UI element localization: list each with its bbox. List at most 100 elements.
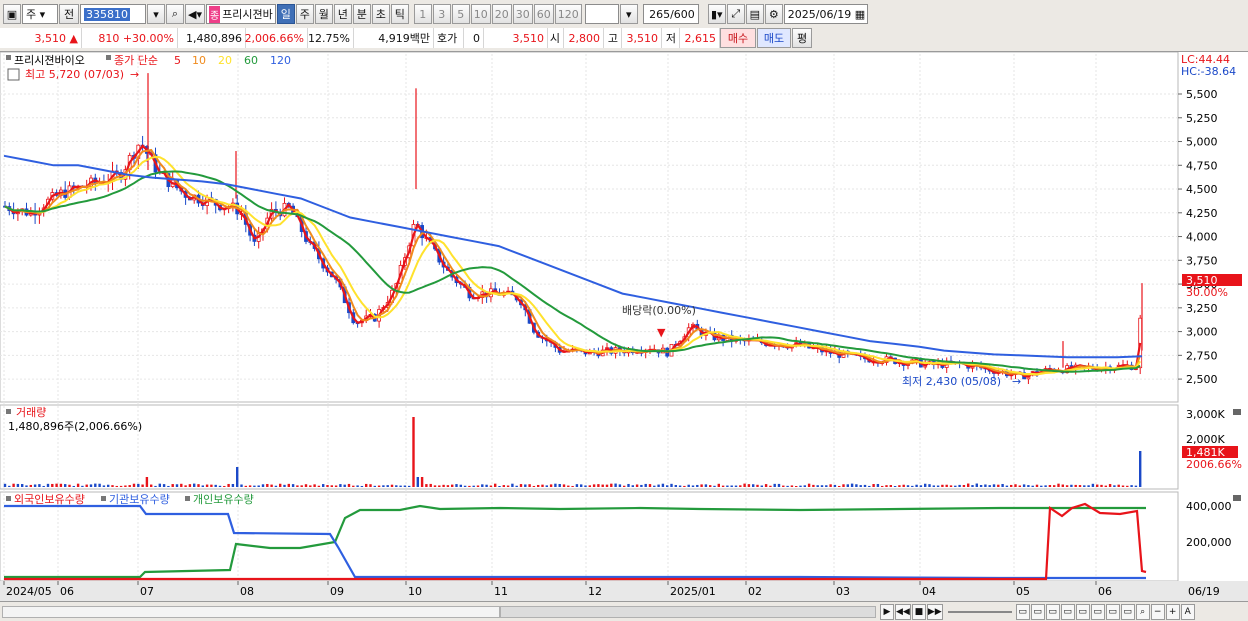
hold-tick-1: 200,000 <box>1186 536 1232 549</box>
font-size-icon[interactable]: A <box>1180 603 1195 620</box>
chart-tools-icon[interactable]: ⤢ <box>726 4 745 24</box>
scroll-thumb[interactable] <box>500 605 876 618</box>
zoom-in-icon[interactable]: ⌕ <box>1135 603 1150 620</box>
buy-button[interactable]: 매수 <box>720 28 756 48</box>
scroll-track[interactable] <box>2 605 500 618</box>
current-price: 3,510 ▲ <box>0 28 82 48</box>
sell-button[interactable]: 매도 <box>757 28 791 48</box>
calendar-icon[interactable]: ▦ <box>855 8 865 21</box>
speaker-icon[interactable]: ◀▾ <box>185 4 205 24</box>
interval-button-1[interactable]: 1 <box>413 4 432 24</box>
interval-button-60[interactable]: 60 <box>533 4 554 24</box>
code-dropdown-icon[interactable]: ▾ <box>147 4 165 24</box>
scroll-right-icon[interactable]: ▶ <box>880 603 894 620</box>
holdings-legend-1: 기관보유수량 <box>109 493 170 506</box>
price-tick-4: 4,500 <box>1186 183 1218 196</box>
x-tick-9: 02 <box>748 585 762 598</box>
hc-label: HC:-38.64 <box>1181 65 1236 78</box>
x-tick-5: 10 <box>408 585 422 598</box>
x-tick-10: 03 <box>836 585 850 598</box>
window-icon[interactable]: ▣ <box>3 4 21 24</box>
layout-icon-2[interactable]: ▭ <box>1030 603 1045 620</box>
save-icon[interactable]: ▤ <box>745 4 764 24</box>
stop-icon[interactable]: ■ <box>911 603 926 620</box>
x-tick-0: 2024/05 <box>6 585 52 598</box>
x-tick-8: 2025/01 <box>670 585 716 598</box>
open-label: 시 <box>548 28 564 48</box>
zoom-slider[interactable] <box>947 610 1012 613</box>
data-count-field[interactable]: 265/600 <box>642 4 699 24</box>
interval-button-120[interactable]: 120 <box>554 4 582 24</box>
search-icon[interactable]: ⌕ <box>166 4 184 24</box>
interval-custom-input[interactable] <box>584 4 619 24</box>
interval-button-10[interactable]: 10 <box>470 4 491 24</box>
market-type-select[interactable]: 주 ▾ <box>22 4 58 24</box>
period-tab-1[interactable]: 주 <box>295 4 314 24</box>
layout-icon-8[interactable]: ▭ <box>1120 603 1135 620</box>
zoom-out-icon[interactable]: − <box>1150 603 1165 620</box>
x-tick-13: 06 <box>1098 585 1112 598</box>
settings-gear-icon[interactable]: ⚙ <box>764 4 783 24</box>
data-table-icon[interactable] <box>7 68 20 81</box>
interval-button-20[interactable]: 20 <box>491 4 512 24</box>
chart-navigation: ▶ ◀◀ ■ ▶▶ ▭ ▭ ▭ ▭ ▭ ▭ ▭ ▭ ⌕ − + A <box>0 601 1248 621</box>
interval-button-3[interactable]: 3 <box>432 4 451 24</box>
price-tick-2: 5,000 <box>1186 136 1218 149</box>
stock-code-value: 335810 <box>84 7 130 21</box>
period-tab-0[interactable]: 일 <box>276 4 295 24</box>
volume-last-pct: 2006.66% <box>1186 458 1242 471</box>
legend-ma-5: 5 <box>174 54 181 67</box>
layout-icon-5[interactable]: ▭ <box>1075 603 1090 620</box>
high-label: 고 <box>604 28 622 48</box>
price-tick-7: 3,750 <box>1186 254 1218 267</box>
vol-tick-0: 3,000K <box>1186 408 1225 421</box>
candle-type-icon[interactable]: ▮▾ <box>707 4 726 24</box>
layout-icon-6[interactable]: ▭ <box>1090 603 1105 620</box>
legend-ma-60: 60 <box>244 54 258 67</box>
period-tab-2[interactable]: 월 <box>314 4 333 24</box>
high-price: 3,510 <box>622 28 662 48</box>
stock-name-field[interactable]: 종 프리시젼바 <box>205 4 276 24</box>
price-panel[interactable] <box>0 51 1179 403</box>
period-tab-3[interactable]: 년 <box>333 4 352 24</box>
low-label: 저 <box>662 28 680 48</box>
x-tick-7: 12 <box>588 585 602 598</box>
period-tabs: 일주월년분초틱 <box>276 4 410 24</box>
scroll-end-icon[interactable]: ▶▶ <box>926 603 943 620</box>
layout-icon-7[interactable]: ▭ <box>1105 603 1120 620</box>
max-arrow-icon: → <box>130 68 139 81</box>
prev-button[interactable]: 전 <box>59 4 79 24</box>
eval-button[interactable]: 평 <box>792 28 812 48</box>
stock-code-input[interactable]: 335810 <box>80 4 146 24</box>
legend-ma-120: 120 <box>270 54 291 67</box>
period-tab-5[interactable]: 초 <box>371 4 390 24</box>
layout-icon-4[interactable]: ▭ <box>1060 603 1075 620</box>
price-tick-0: 5,500 <box>1186 88 1218 101</box>
holdings-panel-close-icon[interactable] <box>1233 495 1241 501</box>
holdings-legend-0: 외국인보유수량 <box>14 493 85 506</box>
dividend-label: 배당락(0.00%) <box>622 304 696 317</box>
period-tab-4[interactable]: 분 <box>352 4 371 24</box>
chart-svg[interactable]: 5,500 5,250 5,000 4,750 4,500 4,250 4,000 3,750… <box>0 51 1248 602</box>
x-tick-1: 06 <box>60 585 74 598</box>
layout-icon-3[interactable]: ▭ <box>1045 603 1060 620</box>
interval-dropdown-icon[interactable]: ▾ <box>619 4 638 24</box>
volume-panel[interactable] <box>0 404 1179 490</box>
volume-value-label: 1,480,896주(2,006.66%) <box>8 420 142 433</box>
min-arrow-icon: → <box>1012 375 1021 388</box>
x-tick-2: 07 <box>140 585 154 598</box>
interval-button-5[interactable]: 5 <box>451 4 470 24</box>
volume-title: 거래량 <box>16 406 46 419</box>
price-tick-10: 3,000 <box>1186 326 1218 339</box>
date-field[interactable]: 2025/06/19 ▦ <box>783 4 868 24</box>
holdings-panel[interactable] <box>0 491 1179 582</box>
legend-stock-name: 프리시젼바이오 <box>14 54 85 67</box>
chart-area[interactable]: 5,500 5,250 5,000 4,750 4,500 4,250 4,000 3,750… <box>0 51 1248 602</box>
interval-button-30[interactable]: 30 <box>512 4 533 24</box>
vol-tick-1: 2,000K <box>1186 433 1225 446</box>
layout-icon-1[interactable]: ▭ <box>1015 603 1030 620</box>
add-icon[interactable]: + <box>1165 603 1180 620</box>
scroll-start-icon[interactable]: ◀◀ <box>895 603 911 620</box>
volume-panel-close-icon[interactable] <box>1233 409 1241 415</box>
period-tab-6[interactable]: 틱 <box>390 4 409 24</box>
